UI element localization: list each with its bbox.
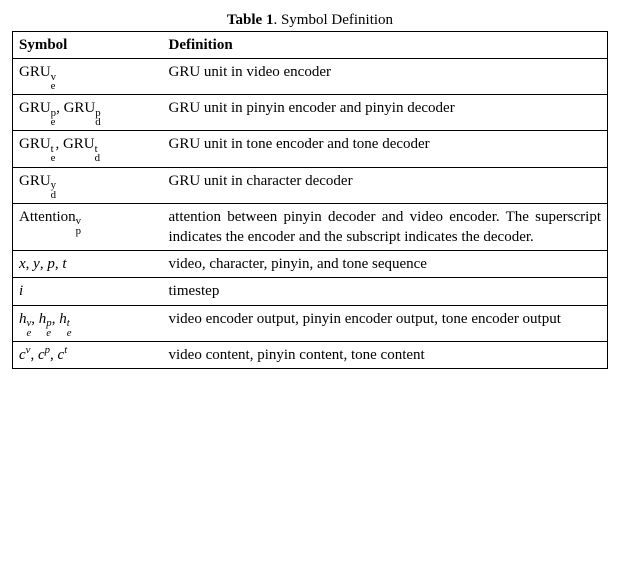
definition-cell: attention between pinyin decoder and vid… — [163, 203, 608, 251]
table-row: GRUve GRU unit in video encoder — [13, 59, 608, 95]
definition-cell: video encoder output, pinyin encoder out… — [163, 305, 608, 341]
table-label: Table 1 — [227, 12, 274, 28]
table-row: cv, cp, ct video content, pinyin content… — [13, 341, 608, 368]
definition-cell: GRU unit in character decoder — [163, 167, 608, 203]
table-row: hve, hpe, hte video encoder output, piny… — [13, 305, 608, 341]
symbol-cell: Attentionvp — [13, 203, 163, 251]
symbol-definition-table: Symbol Definition GRUve GRU unit in vide… — [12, 31, 608, 369]
definition-cell: GRU unit in tone encoder and tone decode… — [163, 131, 608, 167]
definition-cell: timestep — [163, 278, 608, 305]
table-row: GRUte, GRUtd GRU unit in tone encoder an… — [13, 131, 608, 167]
symbol-cell: cv, cp, ct — [13, 341, 163, 368]
symbol-cell: GRUyd — [13, 167, 163, 203]
symbol-cell: GRUte, GRUtd — [13, 131, 163, 167]
definition-cell: video, character, pinyin, and tone seque… — [163, 251, 608, 278]
symbol-cell: hve, hpe, hte — [13, 305, 163, 341]
table-title: Symbol Definition — [281, 12, 393, 28]
header-symbol: Symbol — [13, 32, 163, 59]
symbol-cell: i — [13, 278, 163, 305]
header-definition: Definition — [163, 32, 608, 59]
symbol-cell: GRUve — [13, 59, 163, 95]
table-row: Attentionvp attention between pinyin dec… — [13, 203, 608, 251]
table-row: x, y, p, t video, character, pinyin, and… — [13, 251, 608, 278]
table-header-row: Symbol Definition — [13, 32, 608, 59]
table-row: GRUpe, GRUpd GRU unit in pinyin encoder … — [13, 95, 608, 131]
symbol-cell: x, y, p, t — [13, 251, 163, 278]
table-row: i timestep — [13, 278, 608, 305]
symbol-cell: GRUpe, GRUpd — [13, 95, 163, 131]
definition-cell: GRU unit in video encoder — [163, 59, 608, 95]
definition-cell: video content, pinyin content, tone cont… — [163, 341, 608, 368]
table-row: GRUyd GRU unit in character decoder — [13, 167, 608, 203]
table-caption: Table 1. Symbol Definition — [12, 12, 608, 29]
definition-cell: GRU unit in pinyin encoder and pinyin de… — [163, 95, 608, 131]
